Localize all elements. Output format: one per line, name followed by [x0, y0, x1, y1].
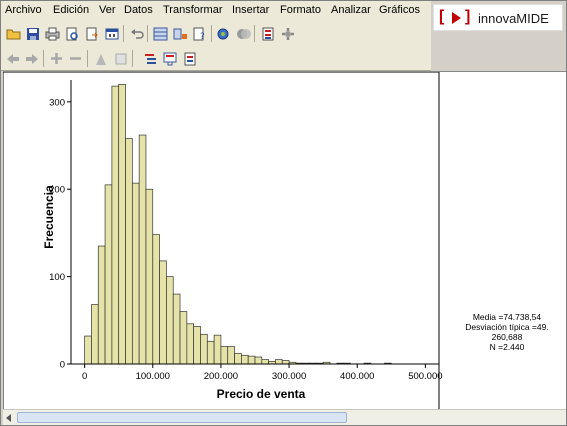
export-icon[interactable]: [83, 25, 100, 42]
y-tick-label: 0: [60, 360, 65, 371]
y-axis-label: Frecuencia: [42, 185, 56, 249]
horizontal-scrollbar[interactable]: [3, 409, 566, 425]
toolbar-main: ?: [1, 21, 431, 46]
histogram-bar: [234, 353, 242, 365]
histogram-bar: [159, 260, 167, 365]
goto-case-icon[interactable]: [152, 25, 169, 42]
x-tick-label: 200.000: [204, 371, 238, 382]
dialog-recall-icon[interactable]: [103, 25, 120, 42]
histogram-bar: [179, 311, 188, 365]
histogram-statistics: Media =74.738,54 Desviación típica =49. …: [448, 312, 566, 352]
expand-icon[interactable]: [48, 50, 65, 67]
histogram-bar: [227, 346, 235, 365]
insert-text-icon[interactable]: [181, 50, 198, 67]
histogram-bar: [241, 354, 249, 365]
find-icon[interactable]: ?: [191, 25, 208, 42]
histogram-bar: [247, 355, 256, 365]
histogram-bar: [91, 304, 99, 365]
histogram-chart: 01002003000 100.000 200.000 300.000 400.000 5…: [3, 72, 443, 410]
histogram-bar: [200, 333, 208, 365]
histogram-bar: [104, 184, 113, 365]
menu-graficos[interactable]: Gráficos: [379, 4, 420, 16]
spss-viewer-window: Archivo Edición Ver Datos Transformar In…: [0, 0, 567, 426]
histogram-bar: [125, 138, 133, 365]
x-tick-label: 500.000: [408, 371, 442, 382]
toolbar-outline: [1, 46, 431, 71]
insert-title-icon[interactable]: [162, 50, 179, 67]
back-arrow-icon[interactable]: [4, 50, 21, 67]
x-tick-label: 300.000: [272, 371, 306, 382]
stats-std-dev: Desviación típica =49.: [465, 322, 549, 332]
histogram-bar: [166, 276, 174, 365]
menu-ver[interactable]: Ver: [99, 4, 116, 16]
histogram-bar: [206, 340, 215, 365]
histogram-bar: [172, 293, 181, 365]
save-icon[interactable]: [24, 25, 41, 42]
histogram-bar: [213, 334, 222, 365]
stats-mean: Media =74.738,54: [472, 312, 542, 322]
collapse-icon[interactable]: [67, 50, 84, 67]
insert-output-icon[interactable]: [259, 25, 276, 42]
sets-icon[interactable]: [235, 25, 252, 42]
print-preview-icon[interactable]: [63, 25, 80, 42]
stats-std-dev-cont: 260,688: [491, 332, 523, 342]
menu-archivo[interactable]: Archivo: [5, 4, 42, 16]
toolbar-separator: [254, 25, 255, 42]
logo-text: innovaMIDE: [478, 11, 549, 26]
x-tick-label: 100.000: [136, 371, 170, 382]
toolbar-separator: [132, 50, 133, 67]
histogram-bar: [220, 346, 229, 365]
toolbar-separator: [43, 50, 44, 67]
histogram-bar: [131, 182, 140, 365]
scrollbar-thumb[interactable]: [17, 412, 347, 423]
open-folder-icon[interactable]: [5, 25, 22, 42]
hide-icon[interactable]: [112, 50, 129, 67]
histogram-bar: [138, 134, 147, 365]
x-axis-label: Precio de venta: [217, 387, 306, 401]
menubar: Archivo Edición Ver Datos Transformar In…: [1, 1, 431, 21]
histogram-bar: [281, 360, 290, 365]
histogram-bar: [152, 234, 160, 365]
menu-datos[interactable]: Datos: [124, 4, 153, 16]
output-viewer-pane: 0 100 200 300 0 100.000 200.000 300.000 400.000 5…: [3, 71, 566, 410]
gear-icon[interactable]: [279, 25, 296, 42]
histogram-bar: [261, 359, 269, 365]
toolbar-separator: [211, 25, 212, 42]
menu-formato[interactable]: Formato: [280, 4, 321, 16]
print-icon[interactable]: [44, 25, 61, 42]
y-tick-label: 100: [49, 272, 65, 283]
toolbar-separator: [147, 25, 148, 42]
innovamide-logo: [ ] innovaMIDE: [433, 4, 563, 31]
undo-icon[interactable]: [128, 25, 145, 42]
histogram-bar: [145, 188, 154, 365]
histogram-bar: [97, 245, 106, 365]
svg-text:?: ?: [200, 32, 205, 41]
histogram-bar: [254, 356, 263, 365]
x-tick-label: 0: [82, 371, 87, 382]
stats-n: N =2.440: [489, 342, 525, 352]
logo-open-bracket: [: [439, 8, 445, 25]
histogram-bar: [275, 359, 283, 365]
scroll-left-arrow-icon[interactable]: [6, 414, 11, 422]
play-triangle-icon: [452, 12, 461, 24]
histogram-bar: [186, 323, 195, 365]
menu-transformar[interactable]: Transformar: [163, 4, 223, 16]
histogram-bar: [84, 335, 92, 365]
menu-analizar[interactable]: Analizar: [331, 4, 371, 16]
toolbar-separator: [87, 50, 88, 67]
toolbar-separator: [123, 25, 124, 42]
insert-heading-icon[interactable]: [142, 50, 159, 67]
show-icon[interactable]: [92, 50, 109, 67]
logo-close-bracket: ]: [465, 8, 471, 25]
histogram-bar: [118, 84, 126, 365]
variables-icon[interactable]: [172, 25, 189, 42]
chart-builder-icon[interactable]: [216, 25, 233, 42]
x-tick-label: 400.000: [340, 371, 374, 382]
y-tick-label: 300: [49, 97, 65, 108]
histogram-bar: [111, 85, 120, 365]
menu-insertar[interactable]: Insertar: [232, 4, 269, 16]
forward-arrow-icon[interactable]: [23, 50, 40, 67]
histogram-bar: [193, 326, 201, 365]
menu-edicion[interactable]: Edición: [53, 4, 89, 16]
